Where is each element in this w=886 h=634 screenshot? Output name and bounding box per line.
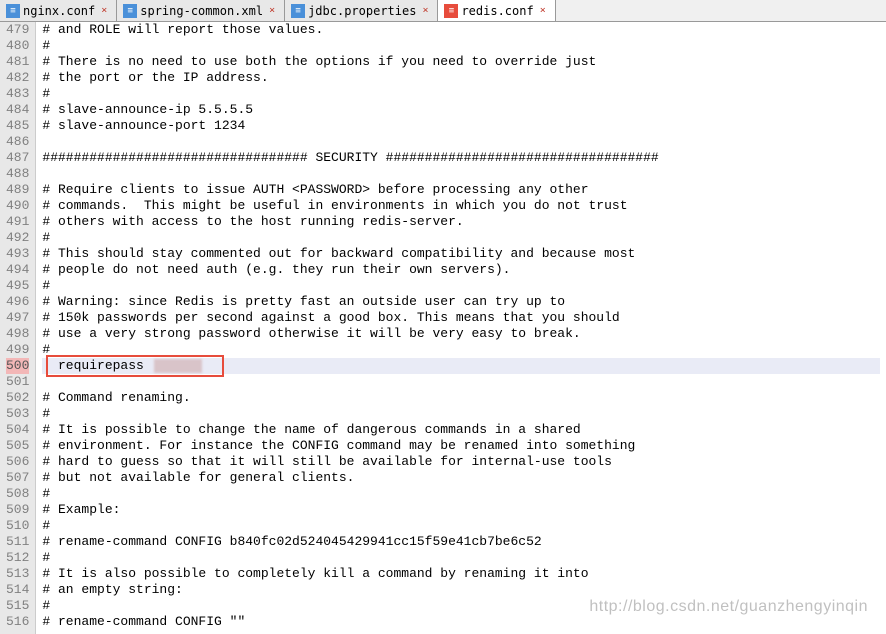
line-number: 500 <box>6 358 29 374</box>
line-number: 482 <box>6 70 29 86</box>
line-number: 502 <box>6 390 29 406</box>
line-number: 515 <box>6 598 29 614</box>
editor-area: 4794804814824834844854864874884894904914… <box>0 22 886 634</box>
code-line <box>42 134 880 150</box>
close-icon[interactable]: × <box>266 5 278 17</box>
line-number: 491 <box>6 214 29 230</box>
line-number: 505 <box>6 438 29 454</box>
line-number: 498 <box>6 326 29 342</box>
tab-label: jdbc.properties <box>308 4 416 18</box>
code-line: # people do not need auth (e.g. they run… <box>42 262 880 278</box>
code-line: # the port or the IP address. <box>42 70 880 86</box>
close-icon[interactable]: × <box>98 5 110 17</box>
line-number: 489 <box>6 182 29 198</box>
code-line: # but not available for general clients. <box>42 470 880 486</box>
line-number: 486 <box>6 134 29 150</box>
code-line: # <box>42 486 880 502</box>
tab-nginx-conf[interactable]: ≡nginx.conf× <box>0 0 117 21</box>
file-icon: ≡ <box>6 4 20 18</box>
code-line: # <box>42 518 880 534</box>
code-line: # <box>42 38 880 54</box>
line-number: 496 <box>6 294 29 310</box>
file-icon: ≡ <box>444 4 458 18</box>
line-number: 492 <box>6 230 29 246</box>
line-number: 479 <box>6 22 29 38</box>
line-number: 481 <box>6 54 29 70</box>
code-line: # others with access to the host running… <box>42 214 880 230</box>
line-number: 483 <box>6 86 29 102</box>
code-line: requirepass <box>42 358 880 374</box>
line-number: 504 <box>6 422 29 438</box>
line-number: 494 <box>6 262 29 278</box>
code-line: # It is possible to change the name of d… <box>42 422 880 438</box>
line-number: 495 <box>6 278 29 294</box>
line-number: 516 <box>6 614 29 630</box>
code-line: # <box>42 230 880 246</box>
line-number: 493 <box>6 246 29 262</box>
line-number: 511 <box>6 534 29 550</box>
tab-label: nginx.conf <box>23 4 95 18</box>
line-number-gutter: 4794804814824834844854864874884894904914… <box>0 22 36 634</box>
tab-label: redis.conf <box>461 4 533 18</box>
editor-tabs: ≡nginx.conf×≡spring-common.xml×≡jdbc.pro… <box>0 0 886 22</box>
code-line: # There is no need to use both the optio… <box>42 54 880 70</box>
file-icon: ≡ <box>123 4 137 18</box>
code-line: # Warning: since Redis is pretty fast an… <box>42 294 880 310</box>
line-number: 507 <box>6 470 29 486</box>
code-line: # <box>42 406 880 422</box>
file-icon: ≡ <box>291 4 305 18</box>
line-number: 497 <box>6 310 29 326</box>
code-line: # use a very strong password otherwise i… <box>42 326 880 342</box>
code-line: # <box>42 278 880 294</box>
code-line: # 150k passwords per second against a go… <box>42 310 880 326</box>
code-line: # <box>42 550 880 566</box>
line-number: 512 <box>6 550 29 566</box>
redacted-password <box>154 359 202 373</box>
tab-jdbc-properties[interactable]: ≡jdbc.properties× <box>285 0 438 21</box>
line-number: 510 <box>6 518 29 534</box>
line-number: 499 <box>6 342 29 358</box>
line-number: 480 <box>6 38 29 54</box>
code-line: # an empty string: <box>42 582 880 598</box>
code-content[interactable]: # and ROLE will report those values.## T… <box>36 22 886 634</box>
code-line: ################################## SECUR… <box>42 150 880 166</box>
close-icon[interactable]: × <box>537 5 549 17</box>
code-line: # Require clients to issue AUTH <PASSWOR… <box>42 182 880 198</box>
code-line: # rename-command CONFIG b840fc02d5240454… <box>42 534 880 550</box>
line-number: 508 <box>6 486 29 502</box>
code-line: # This should stay commented out for bac… <box>42 246 880 262</box>
code-line: # Example: <box>42 502 880 518</box>
line-number: 490 <box>6 198 29 214</box>
code-line: # <box>42 342 880 358</box>
code-line: # <box>42 86 880 102</box>
line-number: 513 <box>6 566 29 582</box>
code-line: # slave-announce-ip 5.5.5.5 <box>42 102 880 118</box>
line-number: 506 <box>6 454 29 470</box>
close-icon[interactable]: × <box>419 5 431 17</box>
line-number: 484 <box>6 102 29 118</box>
line-number: 488 <box>6 166 29 182</box>
line-number: 509 <box>6 502 29 518</box>
code-line: # commands. This might be useful in envi… <box>42 198 880 214</box>
code-line: # environment. For instance the CONFIG c… <box>42 438 880 454</box>
code-line <box>42 374 880 390</box>
code-line <box>42 166 880 182</box>
code-line: # <box>42 598 880 614</box>
code-line: # slave-announce-port 1234 <box>42 118 880 134</box>
code-line: # hard to guess so that it will still be… <box>42 454 880 470</box>
line-number: 487 <box>6 150 29 166</box>
line-number: 503 <box>6 406 29 422</box>
tab-spring-common-xml[interactable]: ≡spring-common.xml× <box>117 0 285 21</box>
code-line: # and ROLE will report those values. <box>42 22 880 38</box>
code-line: # rename-command CONFIG "" <box>42 614 880 630</box>
code-line: # Command renaming. <box>42 390 880 406</box>
line-number: 485 <box>6 118 29 134</box>
line-number: 501 <box>6 374 29 390</box>
code-line: # It is also possible to completely kill… <box>42 566 880 582</box>
tab-label: spring-common.xml <box>140 4 263 18</box>
tab-redis-conf[interactable]: ≡redis.conf × <box>438 0 555 21</box>
line-number: 514 <box>6 582 29 598</box>
